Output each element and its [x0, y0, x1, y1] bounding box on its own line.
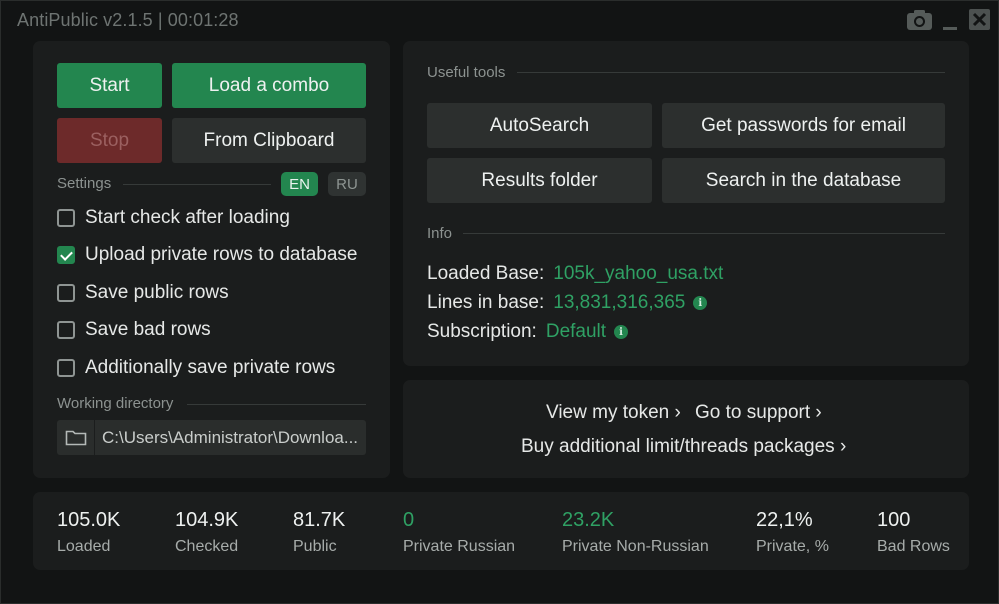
- folder-icon[interactable]: [57, 420, 95, 455]
- lines-in-base-value: 13,831,316,365: [553, 292, 686, 313]
- checkbox-checked[interactable]: [57, 246, 75, 264]
- option-save-private[interactable]: Additionally save private rows: [57, 357, 335, 379]
- camera-icon[interactable]: [906, 9, 933, 31]
- stat-label: Checked: [175, 538, 239, 555]
- settings-divider: [123, 184, 271, 185]
- search-database-button[interactable]: Search in the database: [662, 158, 945, 203]
- stat-public: 81.7K Public: [293, 509, 345, 556]
- titlebar: AntiPublic v2.1.5 | 00:01:28: [1, 1, 998, 39]
- results-folder-button[interactable]: Results folder: [427, 158, 652, 203]
- working-directory-divider: [187, 404, 366, 405]
- autosearch-button[interactable]: AutoSearch: [427, 103, 652, 148]
- lang-en-button[interactable]: EN: [281, 172, 318, 196]
- info-label: Info: [427, 225, 453, 242]
- from-clipboard-button[interactable]: From Clipboard: [172, 118, 366, 163]
- stat-label: Bad Rows: [877, 538, 950, 555]
- info-divider: [463, 233, 945, 234]
- stat-label: Private Non-Russian: [562, 538, 709, 555]
- stat-bad-rows: 100 Bad Rows: [877, 509, 950, 556]
- links-panel: [403, 380, 969, 478]
- option-upload-private[interactable]: Upload private rows to database: [57, 244, 358, 266]
- checkbox[interactable]: [57, 359, 75, 377]
- subscription-row: Subscription: Default i: [427, 321, 629, 343]
- stat-label: Private Russian: [403, 538, 516, 555]
- stat-loaded: 105.0K Loaded: [57, 509, 120, 556]
- stat-private-russian: 0 Private Russian: [403, 509, 515, 556]
- lines-in-base-row: Lines in base: 13,831,316,365 i: [427, 292, 708, 314]
- view-token-link[interactable]: View my token ›: [546, 402, 681, 424]
- stat-value: 105.0K: [57, 509, 121, 531]
- working-directory-label: Working directory: [57, 395, 174, 412]
- option-label: Start check after loading: [85, 207, 290, 228]
- settings-label: Settings: [57, 175, 112, 192]
- stat-checked: 104.9K Checked: [175, 509, 238, 556]
- stat-value: 100: [877, 509, 911, 531]
- get-passwords-button[interactable]: Get passwords for email: [662, 103, 945, 148]
- checkbox[interactable]: [57, 209, 75, 227]
- lang-ru-button[interactable]: RU: [328, 172, 366, 196]
- stat-private-non-russian: 23.2K Private Non-Russian: [562, 509, 709, 556]
- useful-tools-label: Useful tools: [427, 64, 506, 81]
- stat-label: Public: [293, 538, 337, 555]
- working-directory-field[interactable]: C:\Users\Administrator\Downloa...: [57, 420, 366, 455]
- option-save-public[interactable]: Save public rows: [57, 282, 229, 304]
- useful-tools-divider: [517, 72, 945, 73]
- stat-label: Loaded: [57, 538, 111, 555]
- minimize-icon[interactable]: [942, 9, 958, 31]
- option-label: Upload private rows to database: [85, 244, 358, 265]
- option-start-check[interactable]: Start check after loading: [57, 207, 290, 229]
- option-label: Save public rows: [85, 282, 229, 303]
- app-window: AntiPublic v2.1.5 | 00:01:28 Start Load …: [0, 0, 999, 604]
- option-label: Save bad rows: [85, 319, 211, 340]
- buy-packages-link[interactable]: Buy additional limit/threads packages ›: [521, 436, 846, 458]
- subscription-key: Subscription:: [427, 321, 537, 342]
- go-to-support-link[interactable]: Go to support ›: [695, 402, 822, 424]
- working-directory-path: C:\Users\Administrator\Downloa...: [102, 427, 359, 447]
- load-combo-button[interactable]: Load a combo: [172, 63, 366, 108]
- stat-label: Private, %: [756, 538, 829, 555]
- loaded-base-row: Loaded Base: 105k_yahoo_usa.txt: [427, 263, 723, 285]
- stat-value: 0: [403, 509, 415, 531]
- stop-button[interactable]: Stop: [57, 118, 162, 163]
- stat-value: 104.9K: [175, 509, 239, 531]
- tools-panel: [403, 41, 969, 366]
- subscription-value: Default: [545, 321, 607, 342]
- stat-private-percent: 22,1% Private, %: [756, 509, 829, 556]
- info-icon[interactable]: i: [693, 296, 708, 310]
- lines-in-base-key: Lines in base:: [427, 292, 545, 313]
- checkbox[interactable]: [57, 284, 75, 302]
- option-save-bad[interactable]: Save bad rows: [57, 319, 211, 341]
- window-title: AntiPublic v2.1.5 | 00:01:28: [17, 10, 239, 30]
- info-icon[interactable]: i: [614, 325, 629, 339]
- checkbox[interactable]: [57, 321, 75, 339]
- start-button[interactable]: Start: [57, 63, 162, 108]
- close-icon[interactable]: [969, 9, 990, 30]
- loaded-base-key: Loaded Base:: [427, 263, 545, 284]
- stat-value: 22,1%: [756, 509, 813, 531]
- stat-value: 23.2K: [562, 509, 615, 531]
- option-label: Additionally save private rows: [85, 357, 336, 378]
- loaded-base-value: 105k_yahoo_usa.txt: [553, 263, 724, 284]
- stat-value: 81.7K: [293, 509, 346, 531]
